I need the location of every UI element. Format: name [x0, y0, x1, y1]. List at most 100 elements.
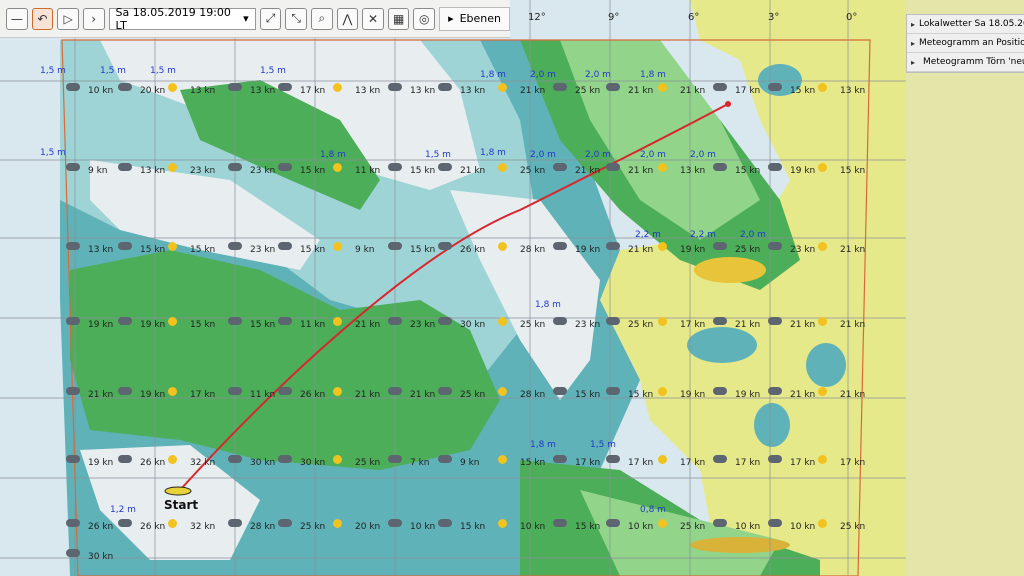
cloud-icon	[278, 387, 292, 395]
search-icon[interactable]: ⌕	[310, 7, 333, 30]
cloud-icon	[228, 455, 242, 463]
start-boat-icon[interactable]	[164, 486, 192, 496]
wind-barb-icon[interactable]: ⋀	[336, 7, 359, 30]
wind-speed-label: 32 kn	[190, 522, 216, 532]
wind-speed-label: 13 kn	[250, 86, 276, 96]
sun-icon	[498, 83, 507, 92]
sun-icon	[818, 317, 827, 326]
sun-icon	[498, 519, 507, 528]
wind-speed-label: 15 kn	[575, 390, 601, 400]
wind-speed-label: 17 kn	[300, 86, 326, 96]
cloud-icon	[278, 317, 292, 325]
wind-speed-label: 19 kn	[735, 390, 761, 400]
wind-speed-label: 15 kn	[790, 86, 816, 96]
wind-speed-label: 25 kn	[300, 522, 326, 532]
cloud-icon	[66, 317, 80, 325]
wave-height-label: 1,5 m	[150, 66, 176, 76]
panel-item-meteogram-position[interactable]: ▸ Meteogramm an Position #	[907, 34, 1024, 53]
cloud-icon	[66, 242, 80, 250]
cloud-icon	[606, 387, 620, 395]
cloud-icon	[228, 387, 242, 395]
wave-height-label: 1,5 m	[260, 66, 286, 76]
wind-speed-label: 17 kn	[575, 458, 601, 468]
wind-speed-label: 21 kn	[735, 320, 761, 330]
settings-icon[interactable]: ◎	[413, 7, 436, 30]
wind-speed-label: 10 kn	[628, 522, 654, 532]
cloud-icon	[606, 519, 620, 527]
back-icon[interactable]: ↶	[31, 7, 54, 30]
wind-speed-label: 21 kn	[88, 390, 114, 400]
wind-speed-label: 13 kn	[88, 245, 114, 255]
wind-speed-label: 26 kn	[140, 522, 166, 532]
cloud-icon	[388, 83, 402, 91]
teal-patch-land-2	[806, 343, 846, 387]
datetime-select[interactable]: Sa 18.05.2019 19:00 LT ▾	[108, 6, 256, 32]
wave-height-label: 1,8 m	[535, 300, 561, 310]
cloud-icon	[66, 519, 80, 527]
sun-icon	[498, 455, 507, 464]
wave-height-label: 2,2 m	[635, 230, 661, 240]
sun-icon	[168, 163, 177, 172]
wind-speed-label: 15 kn	[735, 166, 761, 176]
wind-speed-label: 21 kn	[355, 320, 381, 330]
wind-speed-label: 13 kn	[460, 86, 486, 96]
play-icon[interactable]: ▷	[57, 7, 79, 30]
wind-speed-label: 15 kn	[460, 522, 486, 532]
sun-icon	[168, 455, 177, 464]
wave-height-label: 1,8 m	[320, 150, 346, 160]
lon-label-6: 6°	[688, 12, 700, 23]
sun-icon	[658, 519, 667, 528]
wind-speed-label: 13 kn	[190, 86, 216, 96]
cloud-icon	[606, 317, 620, 325]
zoom-extent-icon[interactable]: ⤡	[285, 7, 307, 30]
panel-item-meteogram-route[interactable]: ▸ Meteogramm Törn 'neu'	[907, 53, 1024, 72]
cloud-icon	[438, 163, 452, 171]
wind-speed-label: 11 kn	[250, 390, 276, 400]
wind-speed-label: 10 kn	[88, 86, 114, 96]
route-end-marker[interactable]	[725, 101, 731, 107]
wind-speed-label: 21 kn	[840, 245, 866, 255]
cloud-icon	[606, 83, 620, 91]
cloud-icon	[713, 519, 727, 527]
cloud-icon	[768, 317, 782, 325]
layers-button[interactable]: ▸ Ebenen	[439, 6, 511, 31]
sun-icon	[818, 519, 827, 528]
minimize-icon[interactable]: —	[6, 7, 28, 30]
wind-speed-label: 25 kn	[840, 522, 866, 532]
layers-label: Ebenen	[459, 12, 502, 25]
sun-icon	[168, 83, 177, 92]
cloud-icon	[553, 317, 567, 325]
wind-speed-label: 17 kn	[735, 86, 761, 96]
wind-speed-label: 23 kn	[410, 320, 436, 330]
triangle-right-icon: ▸	[911, 19, 916, 29]
sun-icon	[333, 387, 342, 396]
zoom-fit-icon[interactable]: ⤢	[259, 7, 282, 30]
sun-icon	[333, 455, 342, 464]
wind-speed-label: 15 kn	[520, 458, 546, 468]
cloud-icon	[66, 83, 80, 91]
tools-icon[interactable]: ✕	[362, 7, 384, 30]
cloud-icon	[553, 83, 567, 91]
grid-icon[interactable]: ▦	[387, 7, 410, 30]
cloud-icon	[388, 519, 402, 527]
chevron-down-icon: ▾	[243, 12, 249, 25]
triangle-right-icon: ▸	[911, 57, 916, 67]
wind-speed-label: 15 kn	[840, 166, 866, 176]
wind-speed-label: 10 kn	[790, 522, 816, 532]
wind-speed-label: 13 kn	[355, 86, 381, 96]
panel-item-local-weather[interactable]: ▸ Lokalwetter Sa 18.05.2019	[907, 15, 1024, 34]
wind-speed-label: 17 kn	[680, 458, 706, 468]
cloud-icon	[66, 163, 80, 171]
wind-speed-label: 13 kn	[410, 86, 436, 96]
wind-speed-label: 10 kn	[410, 522, 436, 532]
cloud-icon	[713, 387, 727, 395]
cloud-icon	[606, 455, 620, 463]
wind-speed-label: 30 kn	[250, 458, 276, 468]
panel-item-label: Meteogramm an Position #	[919, 38, 1024, 48]
sun-icon	[333, 83, 342, 92]
forward-icon[interactable]: ›	[82, 7, 105, 30]
sun-icon	[818, 387, 827, 396]
land-area-east	[906, 0, 1024, 576]
wind-speed-label: 9 kn	[355, 245, 375, 255]
sun-icon	[333, 317, 342, 326]
